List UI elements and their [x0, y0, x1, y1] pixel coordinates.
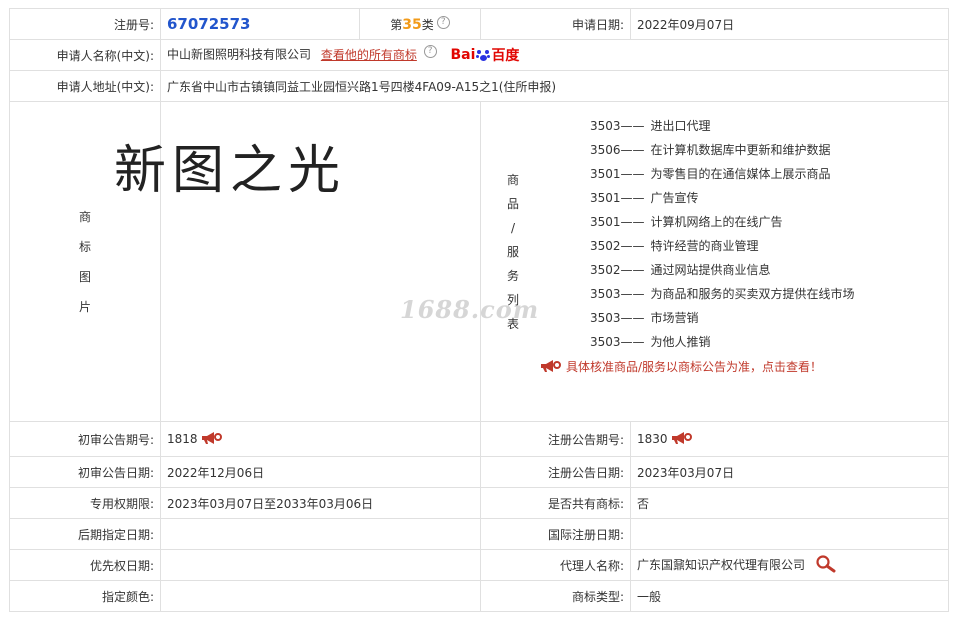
goods-code: 3502——: [590, 239, 645, 253]
goods-label-char: 品: [506, 197, 519, 211]
help-icon[interactable]: ?: [423, 45, 437, 58]
image-label-char: 片: [78, 299, 91, 314]
goods-label-char: 商: [506, 173, 519, 187]
goods-code: 3503——: [590, 335, 645, 349]
applicant-name-label: 申请人名称(中文):: [9, 39, 161, 71]
goods-label-char: /: [510, 221, 516, 235]
apply-date-label: 申请日期:: [480, 8, 631, 40]
announcement-notice-link[interactable]: 具体核准商品/服务以商标公告为准，点击查看！: [540, 358, 822, 376]
agent-name: 广东国鼐知识产权代理有限公司: [637, 557, 806, 572]
intl-reg-date-label: 国际注册日期:: [480, 518, 631, 550]
list-item: 3503—— 市场营销: [590, 309, 855, 333]
list-item: 3501—— 广告宣传: [590, 189, 855, 213]
reg-pub-no-cell: 1830: [630, 421, 949, 457]
goods-name: 通过网站提供商业信息: [650, 263, 771, 277]
goods-code: 3501——: [590, 167, 645, 181]
goods-name: 为零售目的在通信媒体上展示商品: [650, 167, 831, 181]
goods-name: 为他人推销: [650, 335, 711, 349]
goods-code: 3503——: [590, 287, 645, 301]
baidu-logo-cn: 百度: [491, 48, 520, 64]
watermark-text: 1688.com: [400, 295, 540, 324]
exclusive-period-label: 专用权期限:: [9, 487, 161, 519]
goods-label-char: 服: [506, 245, 519, 259]
notice-text: 具体核准商品/服务以商标公告为准，点击查看！: [566, 360, 823, 374]
list-item: 3501—— 计算机网络上的在线广告: [590, 213, 855, 237]
search-icon[interactable]: [815, 554, 837, 576]
exclusive-period: 2023年03月07日至2033年03月06日: [160, 487, 481, 519]
intl-reg-date: [630, 518, 949, 550]
baidu-search-button[interactable]: Bai 百度: [451, 45, 520, 65]
list-item: 3503—— 为商品和服务的买卖双方提供在线市场: [590, 285, 855, 309]
list-item: 3502—— 特许经营的商业管理: [590, 237, 855, 261]
announcement-horn-icon: [540, 359, 562, 376]
shared-mark: 否: [630, 487, 949, 519]
later-date-label: 后期指定日期:: [9, 518, 161, 550]
baidu-paw-icon: [476, 48, 491, 62]
mark-type: 一般: [630, 580, 949, 612]
prelim-date-label: 初审公告日期:: [9, 456, 161, 488]
agent-label: 代理人名称:: [480, 549, 631, 581]
goods-name: 特许经营的商业管理: [650, 239, 759, 253]
reg-pub-no: 1830: [637, 431, 668, 446]
goods-name: 进出口代理: [650, 119, 711, 133]
prelim-no-cell: 1818: [160, 421, 481, 457]
image-label-char: 标: [78, 239, 91, 254]
goods-name: 计算机网络上的在线广告: [650, 215, 783, 229]
applicant-address: 广东省中山市古镇镇同益工业园恒兴路1号四楼4FA09-A15之1(住所申报): [160, 70, 949, 102]
announcement-horn-icon[interactable]: [671, 431, 693, 448]
prelim-no: 1818: [167, 431, 198, 446]
prelim-date: 2022年12月06日: [160, 456, 481, 488]
goods-services-list: 3503—— 进出口代理 3506—— 在计算机数据库中更新和维护数据 3501——…: [590, 117, 855, 357]
class-number: 35: [402, 16, 422, 33]
applicant-name: 中山新图照明科技有限公司: [167, 47, 312, 62]
trademark-image-text: 新图之光: [114, 141, 347, 201]
goods-name: 市场营销: [650, 311, 699, 325]
priority-date-label: 优先权日期:: [9, 549, 161, 581]
reg-no-label: 注册号:: [9, 8, 161, 40]
color-value: [160, 580, 481, 612]
class-cell: 第35类?: [359, 8, 481, 40]
goods-name: 为商品和服务的买卖双方提供在线市场: [650, 287, 855, 301]
all-marks-link[interactable]: 查看他的所有商标: [321, 48, 417, 62]
goods-code: 3501——: [590, 215, 645, 229]
reg-pub-no-label: 注册公告期号:: [480, 421, 631, 457]
list-item: 3503—— 进出口代理: [590, 117, 855, 141]
goods-code: 3502——: [590, 263, 645, 277]
goods-name: 广告宣传: [650, 191, 699, 205]
goods-name: 在计算机数据库中更新和维护数据: [650, 143, 831, 157]
image-label-char: 商: [78, 209, 91, 224]
announcement-horn-icon[interactable]: [201, 431, 223, 448]
mark-type-label: 商标类型:: [480, 580, 631, 612]
list-item: 3501—— 为零售目的在通信媒体上展示商品: [590, 165, 855, 189]
class-suffix: 类: [421, 17, 434, 32]
goods-code: 3503——: [590, 119, 645, 133]
later-date: [160, 518, 481, 550]
baidu-logo-text: Bai: [450, 47, 476, 63]
priority-date: [160, 549, 481, 581]
image-label-char: 图: [78, 269, 91, 284]
apply-date-value: 2022年09月07日: [630, 8, 949, 40]
shared-mark-label: 是否共有商标:: [480, 487, 631, 519]
goods-code: 3503——: [590, 311, 645, 325]
applicant-address-label: 申请人地址(中文):: [9, 70, 161, 102]
color-label: 指定颜色:: [9, 580, 161, 612]
list-item: 3502—— 通过网站提供商业信息: [590, 261, 855, 285]
agent-cell: 广东国鼐知识产权代理有限公司: [630, 549, 949, 581]
class-prefix: 第: [390, 17, 403, 32]
reg-pub-date: 2023年03月07日: [630, 456, 949, 488]
reg-no-value: 67072573: [160, 8, 360, 40]
list-item: 3506—— 在计算机数据库中更新和维护数据: [590, 141, 855, 165]
goods-label-char: 务: [506, 269, 519, 283]
applicant-name-cell: 中山新图照明科技有限公司 查看他的所有商标 ? Bai 百度: [160, 39, 949, 71]
reg-no: 67072573: [167, 15, 251, 33]
list-item: 3503—— 为他人推销: [590, 333, 855, 357]
prelim-no-label: 初审公告期号:: [9, 421, 161, 457]
help-icon[interactable]: ?: [436, 15, 450, 29]
goods-code: 3501——: [590, 191, 645, 205]
goods-code: 3506——: [590, 143, 645, 157]
reg-pub-date-label: 注册公告日期:: [480, 456, 631, 488]
